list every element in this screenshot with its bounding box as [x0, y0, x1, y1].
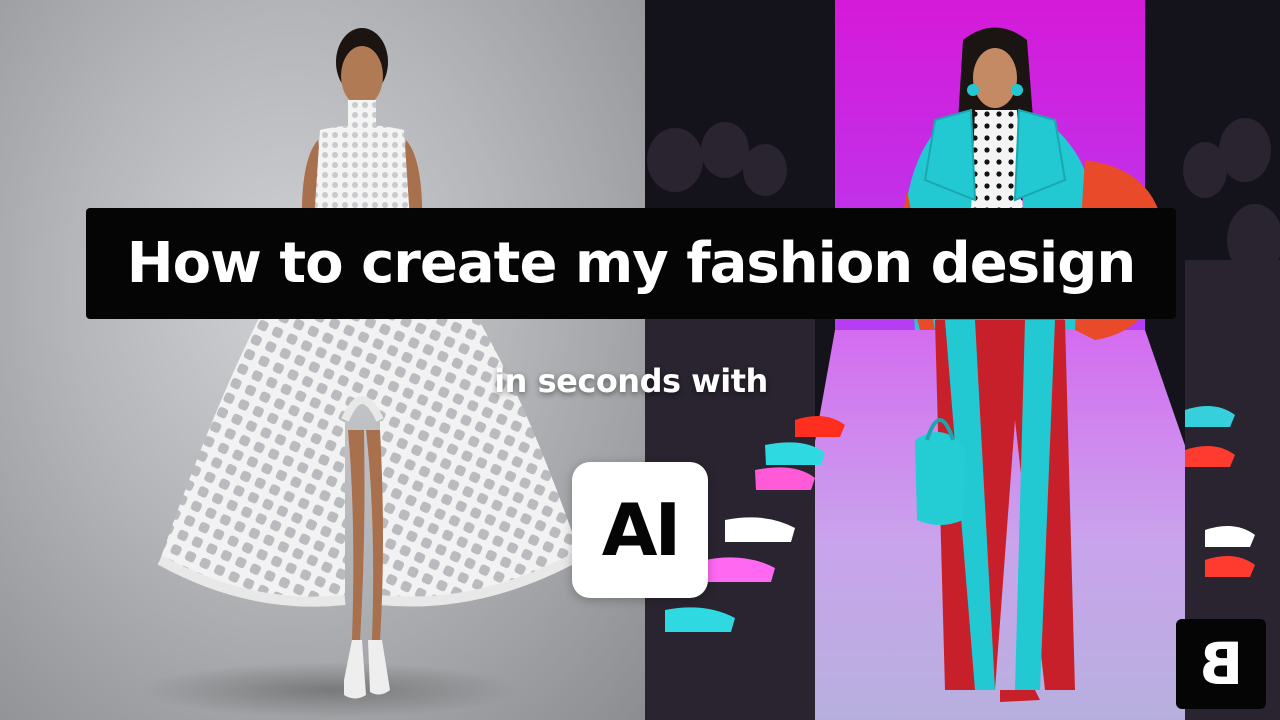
video-title: How to create my fashion design [126, 231, 1136, 296]
runway-photo [645, 0, 1280, 720]
brand-logo: B [1176, 619, 1266, 709]
model-white-dress-illustration [140, 28, 583, 718]
title-banner: How to create my fashion design [86, 208, 1176, 319]
brand-logo-letter: B [1198, 630, 1244, 698]
ai-badge: AI [572, 462, 708, 598]
ai-badge-label: AI [601, 488, 681, 572]
studio-photo [0, 0, 645, 720]
subtitle: in seconds with [494, 362, 768, 400]
runway-model-illustration [645, 0, 1280, 720]
